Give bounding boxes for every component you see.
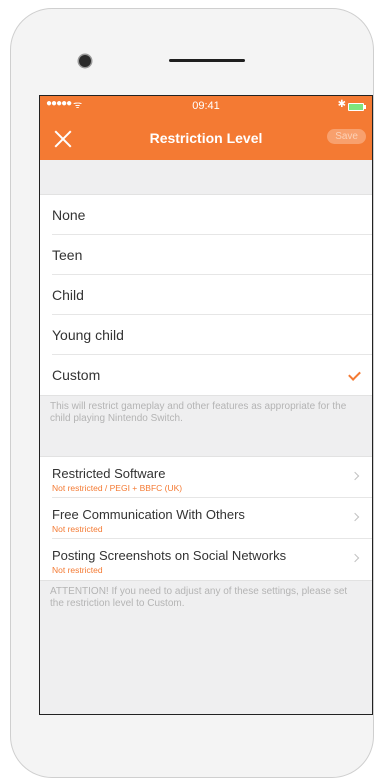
nav-header: ●●●●● ᯤ 09:41 ✱ Restriction Level Save — [40, 96, 372, 160]
setting-value: Not restricted / PEGI + BBFC (UK) — [52, 483, 183, 493]
status-time: 09:41 — [192, 100, 220, 112]
level-option-label: Child — [52, 287, 84, 303]
setting-posting-screenshots[interactable]: Posting Screenshots on Social Networks N… — [40, 539, 372, 580]
front-camera — [79, 55, 91, 67]
setting-free-communication[interactable]: Free Communication With Others Not restr… — [40, 498, 372, 539]
chevron-right-icon — [350, 512, 360, 522]
chevron-right-icon — [350, 553, 360, 563]
setting-label: Posting Screenshots on Social Networks — [52, 548, 287, 563]
level-option-child[interactable]: Child — [40, 275, 372, 315]
level-option-none[interactable]: None — [40, 195, 372, 235]
level-option-custom[interactable]: Custom — [40, 355, 372, 395]
setting-value: Not restricted — [52, 524, 103, 534]
setting-restricted-software[interactable]: Restricted Software Not restricted / PEG… — [40, 457, 372, 498]
bluetooth-icon: ✱ — [337, 99, 346, 110]
level-option-young-child[interactable]: Young child — [40, 315, 372, 355]
save-button[interactable]: Save — [327, 129, 366, 144]
level-option-teen[interactable]: Teen — [40, 235, 372, 275]
status-bar: ●●●●● ᯤ 09:41 ✱ — [40, 96, 372, 116]
level-option-label: Teen — [52, 247, 83, 263]
battery-icon — [348, 103, 366, 111]
attention-note: ATTENTION! If you need to adjust any of … — [50, 586, 348, 609]
setting-label: Restricted Software — [52, 466, 166, 481]
level-description: This will restrict gameplay and other fe… — [50, 401, 347, 424]
checkmark-icon — [348, 368, 361, 381]
app-screen: ●●●●● ᯤ 09:41 ✱ Restriction Level Save N… — [39, 95, 373, 715]
level-option-label: Custom — [52, 367, 101, 383]
level-option-label: None — [52, 207, 86, 223]
section-spacer — [40, 160, 372, 194]
settings-list: Restricted Software Not restricted / PEG… — [40, 456, 372, 581]
setting-value: Not restricted — [52, 565, 103, 575]
restriction-level-list: None Teen Child Young child Custom — [40, 194, 372, 396]
setting-label: Free Communication With Others — [52, 507, 245, 522]
page-title: Restriction Level — [149, 130, 263, 146]
phone-frame: ●●●●● ᯤ 09:41 ✱ Restriction Level Save N… — [10, 8, 374, 778]
level-option-label: Young child — [52, 327, 124, 343]
chevron-right-icon — [350, 471, 360, 481]
earpiece-speaker — [169, 59, 245, 62]
